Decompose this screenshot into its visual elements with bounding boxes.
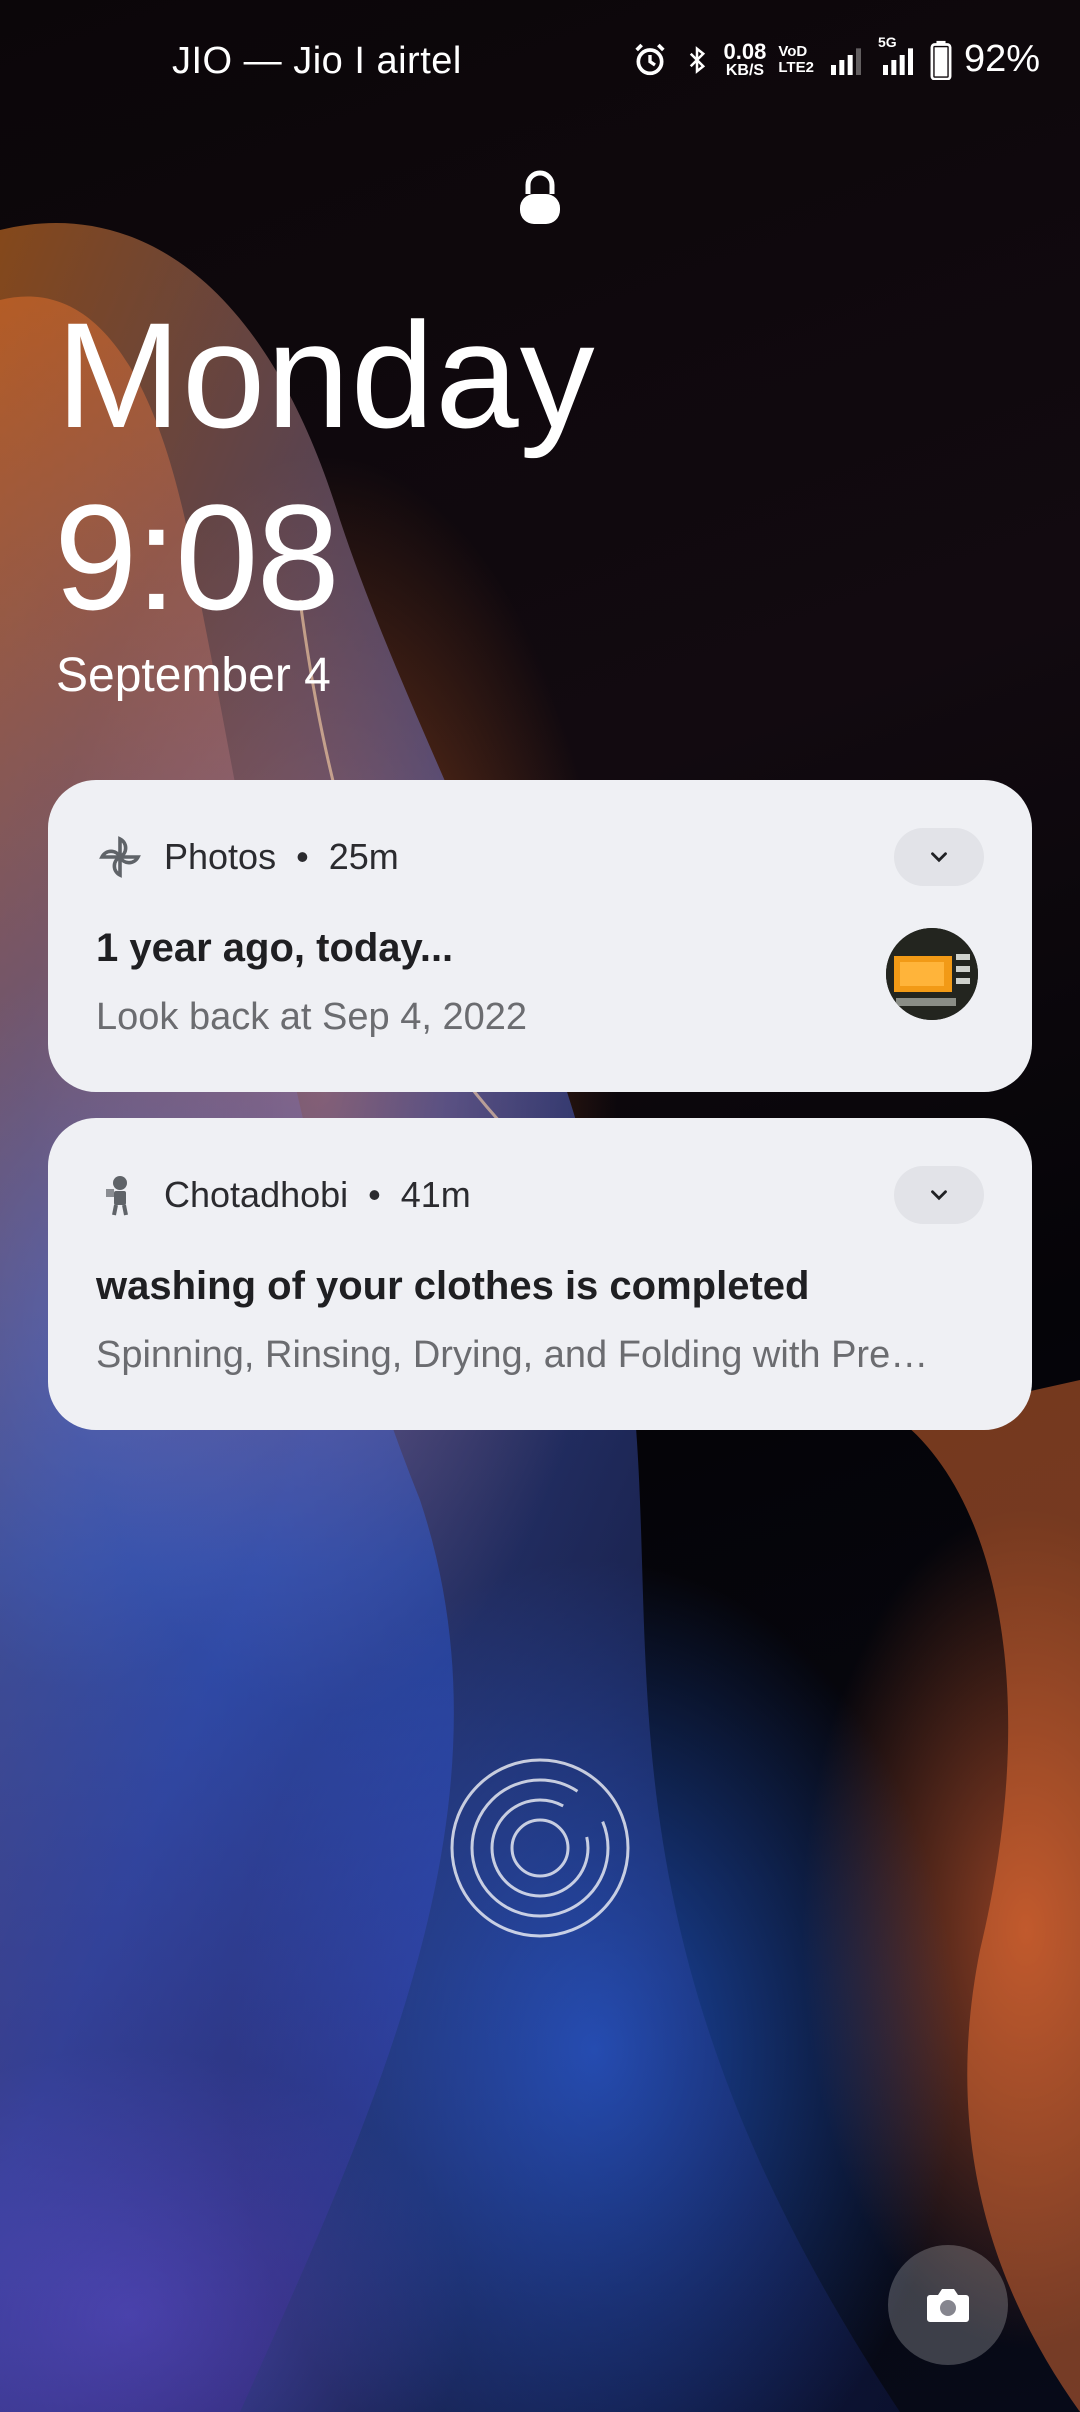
expand-button[interactable]: [894, 1166, 984, 1224]
signal-icon: [830, 47, 861, 75]
carrier-label: JIO — Jio I airtel: [172, 40, 462, 82]
pinwheel-icon: [99, 836, 141, 878]
day-label: Monday: [56, 291, 596, 459]
notification-photos[interactable]: Photos • 25m 1 year ago, today... Look b…: [48, 780, 1032, 1092]
volte-bottom: LTE2: [778, 58, 814, 76]
volte-top: VoD: [778, 42, 808, 60]
status-icons: 0.08 KB/S VoD LTE2 5G 92%: [630, 34, 1040, 81]
alarm-icon: [634, 43, 665, 75]
app-name: Chotadhobi: [164, 1174, 349, 1215]
notification-title: washing of your clothes is completed: [96, 1264, 810, 1308]
battery-percent: 92%: [963, 38, 1040, 80]
camera-shortcut-button[interactable]: [888, 2245, 1008, 2365]
network-type: 5G: [877, 33, 897, 50]
separator-dot: •: [368, 1174, 381, 1215]
camera-icon: [927, 2289, 969, 2322]
status-bar: JIO — Jio I airtel 0.08 KB/S VoD LTE2 5G: [0, 0, 1080, 130]
washer-mascot-icon: [106, 1176, 128, 1216]
fingerprint-icon[interactable]: [448, 1756, 632, 1940]
date-label: September 4: [56, 649, 331, 702]
notification-header: Chotadhobi • 41m: [96, 1170, 471, 1220]
notification-age: 41m: [400, 1174, 471, 1215]
net-speed-value: 0.08: [723, 38, 767, 64]
memory-thumbnail: [886, 928, 978, 1020]
expand-button[interactable]: [894, 828, 984, 886]
notification-body: Spinning, Rinsing, Drying, and Folding w…: [96, 1334, 929, 1376]
notification-header: Photos • 25m: [96, 832, 399, 882]
separator-dot: •: [296, 836, 309, 877]
volte-indicator: VoD LTE2: [778, 42, 814, 76]
chevron-down-icon: [931, 852, 947, 863]
net-speed-unit: KB/S: [725, 61, 765, 79]
lock-icon: [520, 170, 560, 224]
notification-title: 1 year ago, today...: [96, 926, 454, 970]
signal-5g-icon: 5G: [878, 34, 918, 80]
app-name: Photos: [164, 836, 277, 877]
battery-icon: [930, 40, 952, 80]
notification-body: Look back at Sep 4, 2022: [96, 996, 527, 1038]
notification-age: 25m: [328, 836, 399, 877]
bluetooth-icon: [689, 45, 705, 74]
network-speed: 0.08 KB/S: [723, 38, 767, 79]
chevron-down-icon: [931, 1190, 947, 1201]
notification-chotadhobi[interactable]: Chotadhobi • 41m washing of your clothes…: [48, 1118, 1032, 1430]
clock-time: 9:08: [54, 473, 340, 641]
